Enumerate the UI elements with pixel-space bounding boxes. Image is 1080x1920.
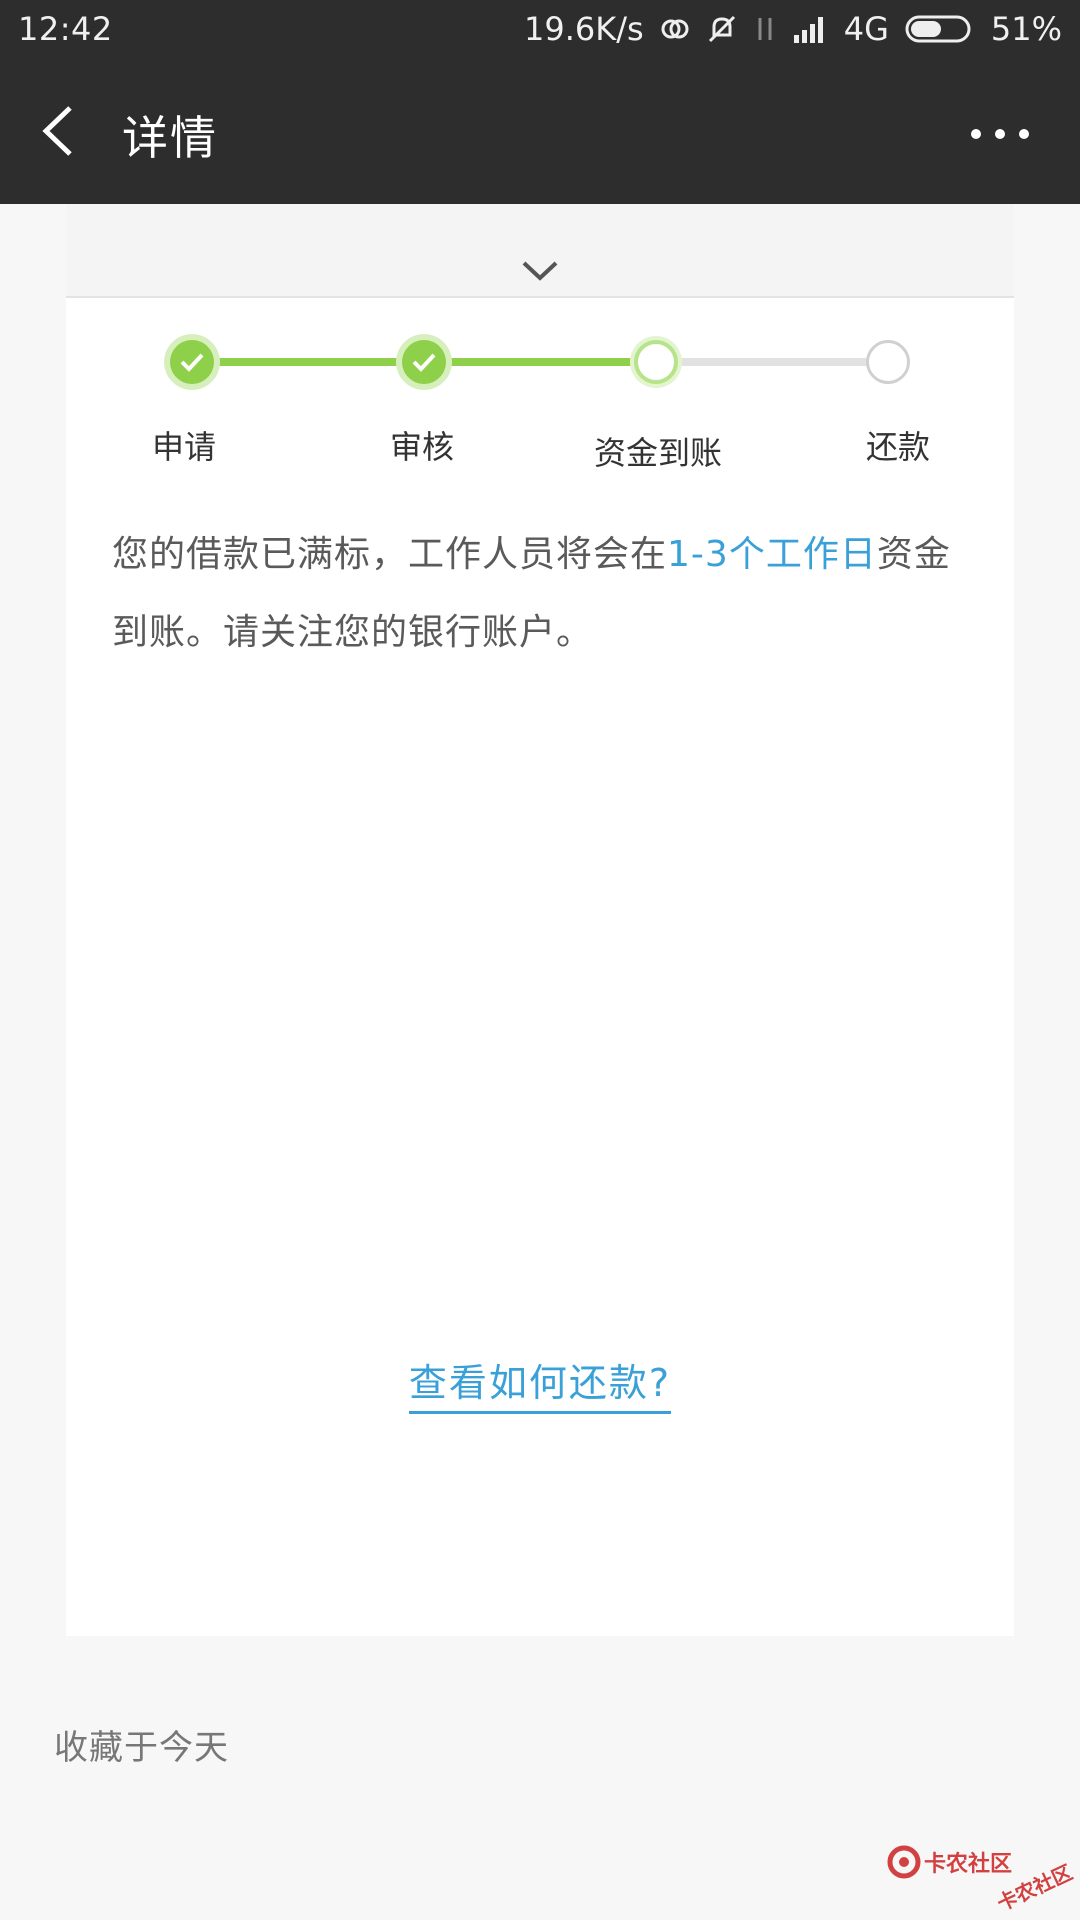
status-time: 12:42 [18, 10, 113, 48]
check-icon [180, 353, 204, 372]
step-node-repay [866, 340, 910, 384]
more-button[interactable] [970, 122, 1030, 146]
step-node-funding [634, 340, 678, 384]
saved-note: 收藏于今天 [54, 1728, 229, 1768]
network-speed: 19.6K/s [524, 10, 644, 48]
watermark-logo: 卡农社区 卡农社区 [884, 1836, 1076, 1916]
message-text: 您的借款已满标，工作人员将会在 [112, 534, 668, 575]
mute-icon [706, 13, 738, 45]
step-node-review [402, 340, 446, 384]
more-dots-icon [971, 129, 1029, 139]
app-bar: 详情 [0, 62, 1080, 204]
signal-icon [792, 15, 828, 43]
expand-toggle[interactable] [66, 204, 1014, 298]
battery-level: 51% [990, 10, 1062, 48]
step-label-funding: 资金到账 [593, 434, 723, 472]
step-node-apply [170, 340, 214, 384]
network-type: 4G [843, 10, 889, 48]
link-icon [660, 14, 690, 44]
chevron-down-icon [522, 261, 558, 281]
progress-track-todo [656, 358, 888, 366]
data-transfer-icon [754, 14, 776, 44]
status-message: 您的借款已满标，工作人员将会在1-3个工作日资金到账。请关注您的银行账户。 [112, 516, 972, 672]
check-icon [412, 353, 436, 372]
watermark-text: 卡农社区 [924, 1852, 1013, 1877]
repay-guide-link[interactable]: 查看如何还款? [408, 1352, 672, 1414]
detail-card: 申请 审核 资金到账 还款 您的借款已满标，工作人员将会在1-3个工作日资金到账… [66, 204, 1014, 1636]
step-label-apply: 申请 [151, 428, 217, 466]
back-button[interactable] [28, 96, 98, 166]
progress-stepper: 申请 审核 资金到账 还款 [66, 324, 1014, 484]
status-right: 19.6K/s 4G 51% [524, 10, 1062, 48]
repay-guide: 查看如何还款? [66, 1352, 1014, 1414]
status-bar: 12:42 19.6K/s 4G 51% [0, 0, 1080, 62]
message-highlight: 1-3个工作日 [667, 534, 877, 575]
page-title: 详情 [122, 111, 218, 165]
back-arrow-icon [42, 106, 72, 156]
logo-icon [887, 1845, 921, 1879]
step-label-repay: 还款 [865, 428, 931, 466]
battery-icon [905, 14, 975, 44]
step-label-review: 审核 [389, 428, 455, 466]
